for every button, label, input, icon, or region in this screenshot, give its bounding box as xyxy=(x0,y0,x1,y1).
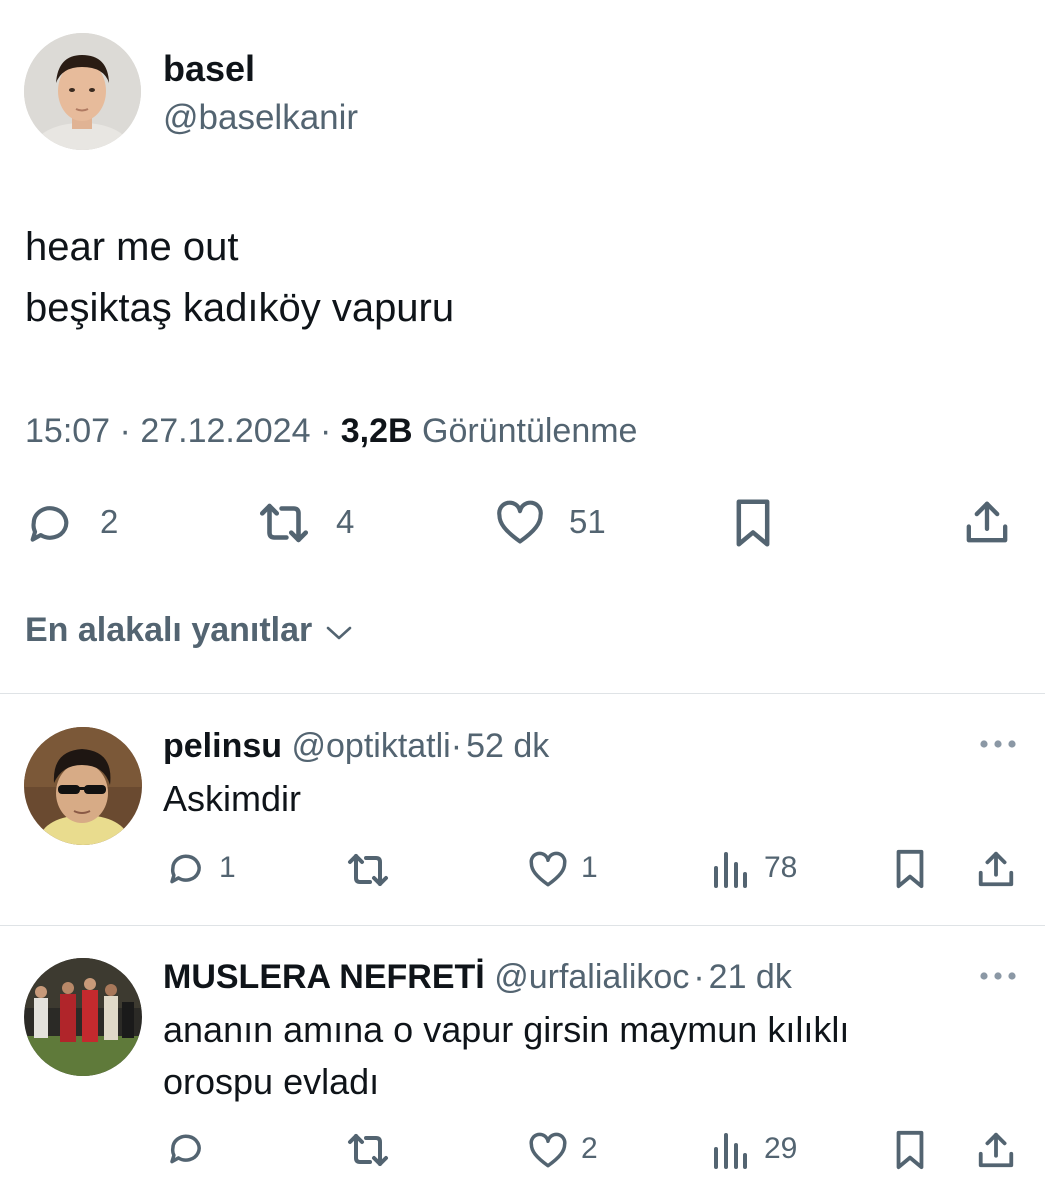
reply-text-line-1: ananın amına o vapur girsin maymun kılık… xyxy=(163,1009,850,1050)
reply-text-line-2: orospu evladı xyxy=(163,1061,380,1102)
like-icon[interactable] xyxy=(494,497,546,547)
like-count: 1 xyxy=(581,851,598,884)
header-separator: · xyxy=(693,958,705,996)
views-icon[interactable] xyxy=(712,850,748,888)
bookmark-icon[interactable] xyxy=(733,497,773,549)
reply-header: pelinsu @optiktatli· 52 dk xyxy=(163,725,549,767)
like-icon[interactable] xyxy=(527,1130,569,1170)
reply-author-handle[interactable]: @optiktatli xyxy=(291,727,450,765)
sort-label: En alakalı yanıtlar xyxy=(25,611,313,649)
author-avatar[interactable] xyxy=(24,33,141,150)
author-handle[interactable]: @baselkanir xyxy=(163,97,358,139)
reply-count: 1 xyxy=(219,851,236,884)
tweet-text-line-1: hear me out xyxy=(25,225,239,269)
retweet-count: 4 xyxy=(336,503,355,540)
reply-author-name[interactable]: pelinsu xyxy=(163,727,282,765)
share-icon[interactable] xyxy=(975,1128,1017,1172)
tweet-date[interactable]: 27.12.2024 xyxy=(140,412,310,450)
replies-sort-dropdown[interactable]: En alakalı yanıtlar xyxy=(25,609,354,653)
chevron-down-icon xyxy=(324,611,354,653)
more-options-icon[interactable] xyxy=(977,734,1019,754)
reply-text: Askimdir xyxy=(163,778,302,819)
tweet-meta: 15:07 · 27.12.2024 · 3,2B Görüntülenme xyxy=(25,410,637,452)
tweet-time[interactable]: 15:07 xyxy=(25,412,110,450)
divider xyxy=(0,693,1045,694)
reply-author-name[interactable]: MUSLERA NEFRETİ xyxy=(163,958,485,996)
bookmark-icon[interactable] xyxy=(893,848,927,890)
reply-icon[interactable] xyxy=(24,498,76,550)
share-icon[interactable] xyxy=(962,496,1012,548)
like-count: 2 xyxy=(581,1132,598,1165)
meta-separator: · xyxy=(119,412,131,450)
reply-icon[interactable] xyxy=(165,1128,207,1170)
reply-header: MUSLERA NEFRETİ @urfalialikoc · 21 dk xyxy=(163,956,792,998)
bookmark-icon[interactable] xyxy=(893,1129,927,1171)
views-count: 29 xyxy=(764,1132,798,1165)
header-separator: · xyxy=(450,727,463,765)
more-options-icon[interactable] xyxy=(977,966,1019,986)
share-icon[interactable] xyxy=(975,847,1017,891)
divider xyxy=(0,925,1045,926)
like-icon[interactable] xyxy=(527,849,569,889)
reply-author-handle[interactable]: @urfalialikoc xyxy=(494,958,689,996)
author-name[interactable]: basel xyxy=(163,48,255,90)
reply-time[interactable]: 52 dk xyxy=(466,727,549,765)
like-count: 51 xyxy=(569,503,606,540)
views-count: 78 xyxy=(764,851,798,884)
retweet-icon[interactable] xyxy=(255,496,313,550)
reply-count: 2 xyxy=(100,503,119,540)
reply-icon[interactable] xyxy=(165,848,207,890)
retweet-icon[interactable] xyxy=(344,1128,392,1172)
tweet-text-line-2: beşiktaş kadıköy vapuru xyxy=(25,286,455,330)
meta-separator: · xyxy=(319,412,332,450)
reply-avatar[interactable] xyxy=(24,958,142,1076)
views-icon[interactable] xyxy=(712,1131,748,1169)
reply-avatar[interactable] xyxy=(24,727,142,845)
views-count: 3,2B xyxy=(340,412,413,450)
reply-time[interactable]: 21 dk xyxy=(709,958,792,996)
retweet-icon[interactable] xyxy=(344,848,392,892)
views-label: Görüntülenme xyxy=(422,412,638,450)
